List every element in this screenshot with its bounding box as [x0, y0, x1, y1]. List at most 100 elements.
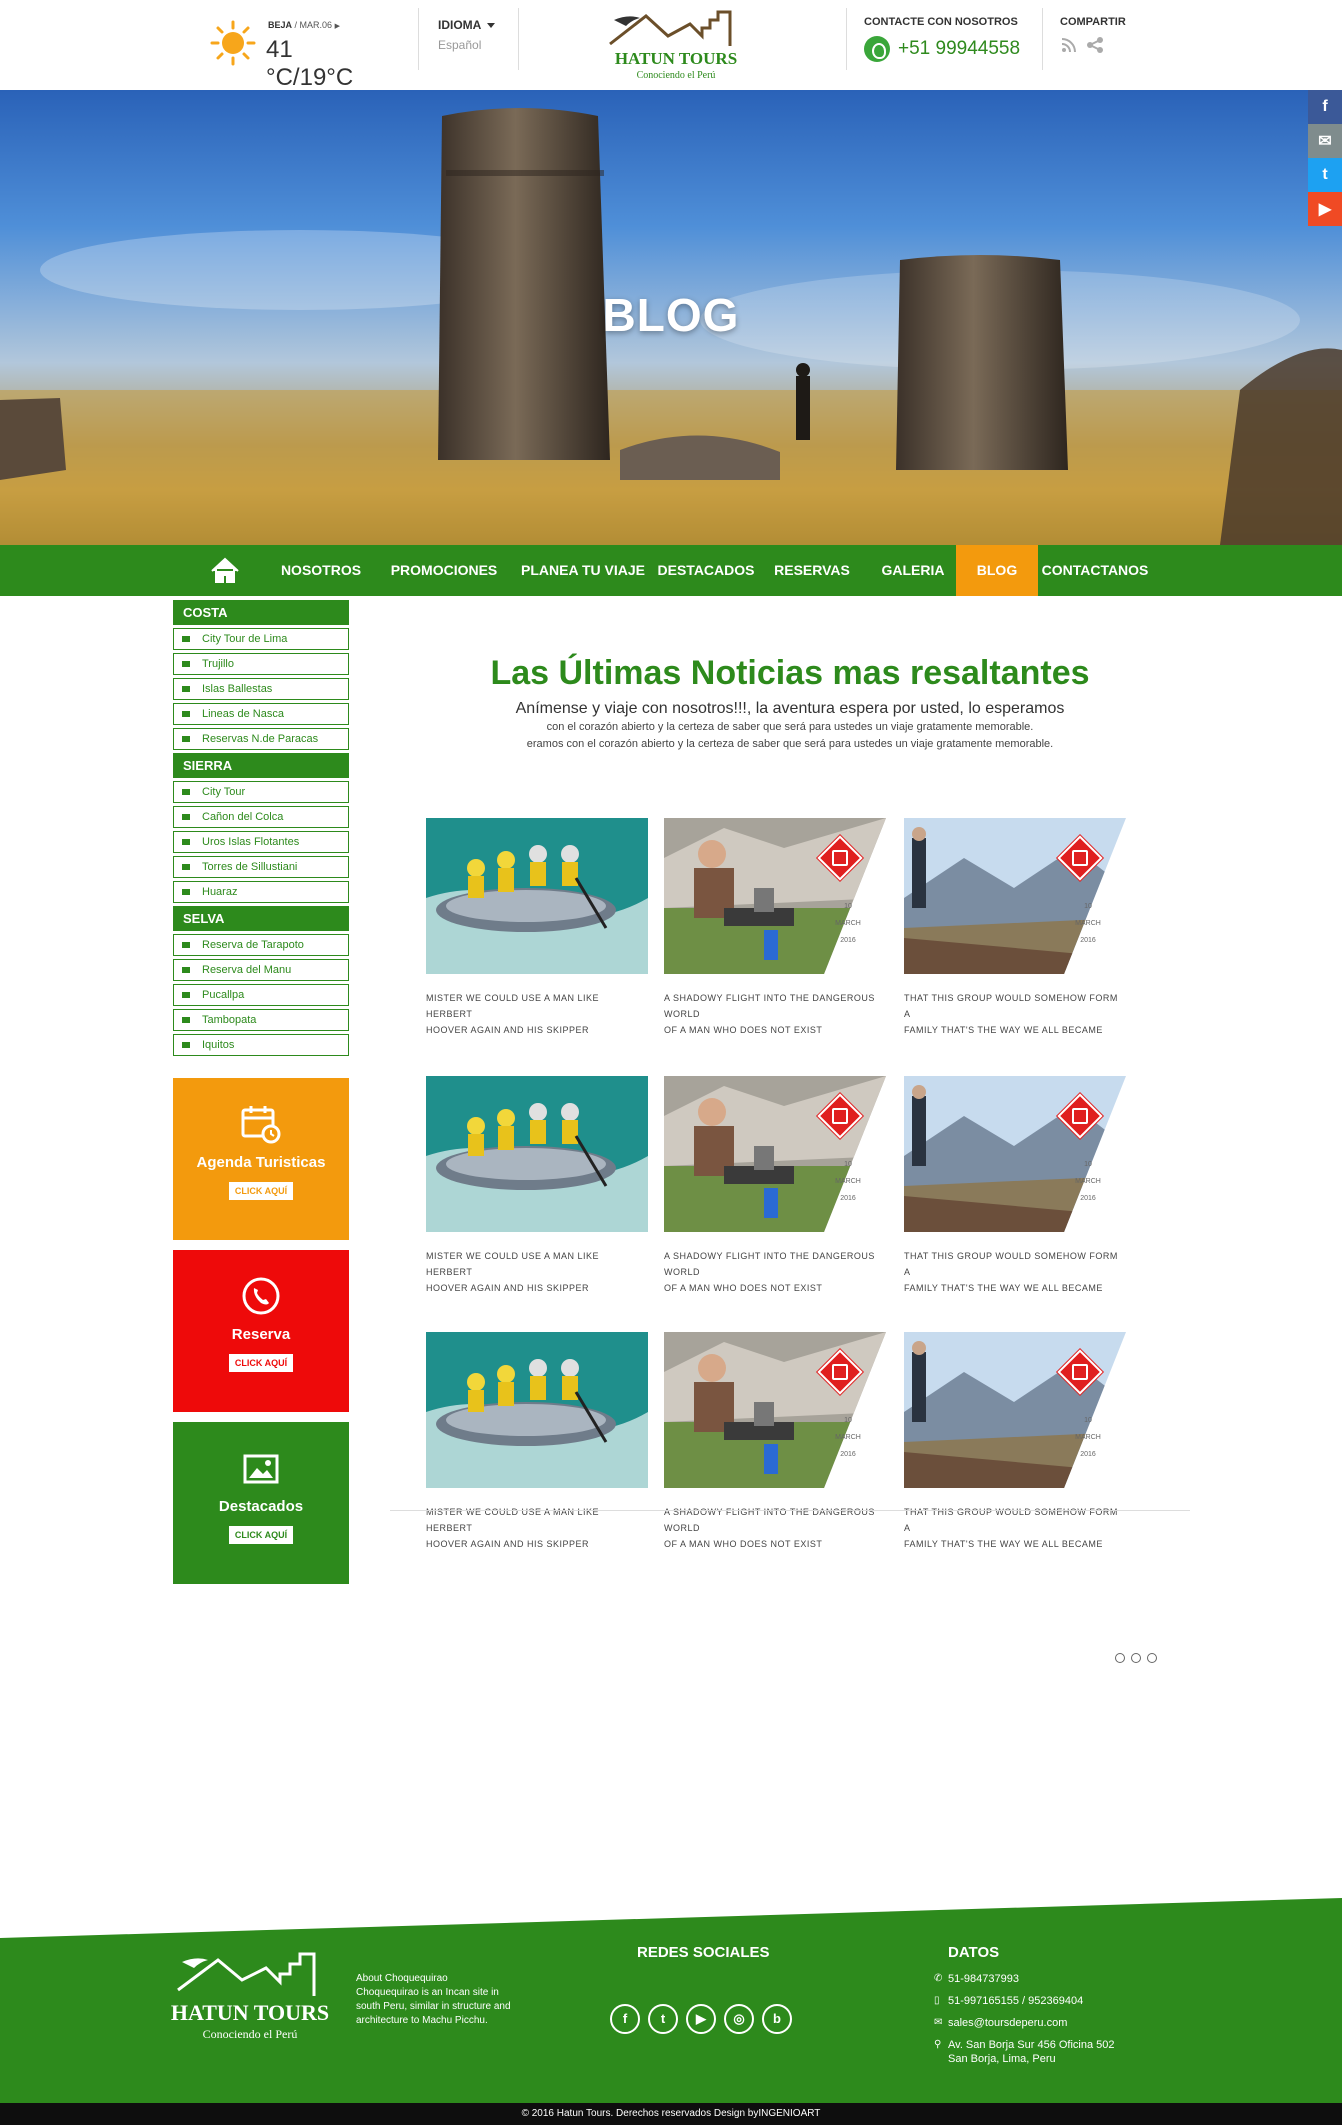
- blog-card-date-year: 2016: [840, 1195, 856, 1202]
- promo-destacados[interactable]: Destacados CLICK AQUÍ: [173, 1422, 349, 1584]
- language-value[interactable]: Español: [438, 38, 495, 52]
- twitter-icon[interactable]: t: [1308, 158, 1342, 192]
- email-icon[interactable]: ✉: [1308, 124, 1342, 158]
- sidebar-item[interactable]: Tambopata: [173, 1009, 349, 1031]
- click-aqui-button[interactable]: CLICK AQUÍ: [229, 1526, 293, 1544]
- blog-card-image[interactable]: [426, 818, 648, 974]
- brand-logo[interactable]: HATUN TOURS Conociendo el Perú: [606, 6, 746, 82]
- blog-card-title[interactable]: MISTER WE COULD USE A MAN LIKE HERBERT HO…: [426, 990, 648, 1038]
- footer-address-city: San Borja, Lima, Peru: [948, 2053, 1056, 2065]
- blogger-icon[interactable]: b: [762, 2004, 792, 2034]
- blog-card[interactable]: 10 MARCH 2016 A SHADOWY FLIGHT INTO THE DAN…: [664, 818, 886, 1038]
- sidebar-item[interactable]: Torres de Sillustiani: [173, 856, 349, 878]
- blog-card[interactable]: MISTER WE COULD USE A MAN LIKE HERBERT HO…: [426, 1076, 648, 1296]
- nav-item-promociones[interactable]: PROMOCIONES: [384, 545, 504, 596]
- blog-card-image[interactable]: [664, 1332, 886, 1488]
- sidebar-item[interactable]: Islas Ballestas: [173, 678, 349, 700]
- sidebar-item[interactable]: Trujillo: [173, 653, 349, 675]
- footer-mobile[interactable]: 51-997165155 / 952369404: [948, 1994, 1083, 2008]
- calendar-clock-icon: [241, 1106, 281, 1144]
- blog-card[interactable]: 10 MARCH 2016 A SHADOWY FLIGHT INTO THE DAN…: [664, 1076, 886, 1296]
- blog-card-image[interactable]: [426, 1076, 648, 1232]
- nav-item-blog[interactable]: BLOG: [956, 545, 1038, 596]
- click-aqui-button[interactable]: CLICK AQUÍ: [229, 1354, 293, 1372]
- facebook-icon[interactable]: f: [1308, 90, 1342, 124]
- nav-item-destacados[interactable]: DESTACADOS: [656, 545, 756, 596]
- sidebar-item[interactable]: Uros Islas Flotantes: [173, 831, 349, 853]
- nav-item-nosotros[interactable]: NOSOTROS: [272, 545, 370, 596]
- blog-card-date: 10 MARCH 2016: [828, 1156, 868, 1207]
- facebook-icon[interactable]: f: [610, 2004, 640, 2034]
- promo-title: Agenda Turisticas: [196, 1154, 326, 1171]
- whatsapp-icon[interactable]: [864, 36, 890, 62]
- blog-card-image[interactable]: [904, 1076, 1126, 1232]
- blog-card-title[interactable]: THAT THIS GROUP WOULD SOMEHOW FORM A FAMI…: [904, 1504, 1126, 1552]
- home-icon[interactable]: [205, 545, 245, 596]
- footer-about-title: About Choquequirao: [356, 1973, 448, 1984]
- blog-card[interactable]: 10 MARCH 2016 A SHADOWY FLIGHT INTO THE DAN…: [664, 1332, 886, 1552]
- blog-card-title[interactable]: THAT THIS GROUP WOULD SOMEHOW FORM A FAMI…: [904, 990, 1126, 1038]
- blog-card-title[interactable]: A SHADOWY FLIGHT INTO THE DANGEROUS WORL…: [664, 990, 886, 1038]
- sidebar-category-selva[interactable]: SELVA: [173, 906, 349, 931]
- pagination-dot[interactable]: [1131, 1653, 1141, 1663]
- blog-card[interactable]: 10 MARCH 2016 THAT THIS GROUP WOULD SOMEHOW…: [904, 1076, 1126, 1296]
- brand-tagline: Conociendo el Perú: [637, 70, 716, 81]
- blog-card-image[interactable]: [664, 818, 886, 974]
- calendar-icon-inner: [832, 1108, 848, 1124]
- blog-card-title-line: OF A MAN WHO DOES NOT EXIST: [664, 1283, 823, 1293]
- nav-item-contactanos[interactable]: CONTACTANOS: [1040, 545, 1150, 596]
- sidebar-item[interactable]: Reservas N.de Paracas: [173, 728, 349, 750]
- blog-card-image[interactable]: [904, 818, 1126, 974]
- blog-card-image[interactable]: [426, 1332, 648, 1488]
- blog-card[interactable]: MISTER WE COULD USE A MAN LIKE HERBERT HO…: [426, 818, 648, 1038]
- sidebar-category-sierra[interactable]: SIERRA: [173, 753, 349, 778]
- promo-reserva[interactable]: Reserva CLICK AQUÍ: [173, 1250, 349, 1412]
- sidebar-item[interactable]: Reserva de Tarapoto: [173, 934, 349, 956]
- rss-icon[interactable]: [1060, 36, 1078, 54]
- contact-block: CONTACTE CON NOSOTROS +51 99944558: [864, 16, 1020, 62]
- caret-right-icon[interactable]: ▶: [335, 23, 340, 30]
- sidebar-category-costa[interactable]: COSTA: [173, 600, 349, 625]
- blog-card[interactable]: 10 MARCH 2016 THAT THIS GROUP WOULD SOMEHOW…: [904, 818, 1126, 1038]
- blog-card-image[interactable]: [664, 1076, 886, 1232]
- pagination-dot[interactable]: [1147, 1653, 1157, 1663]
- blog-card-title-line: THAT THIS GROUP WOULD SOMEHOW FORM A: [904, 993, 1118, 1019]
- blog-card-title[interactable]: A SHADOWY FLIGHT INTO THE DANGEROUS WORL…: [664, 1248, 886, 1296]
- nav-item-reservas[interactable]: RESERVAS: [764, 545, 860, 596]
- pagination-dot[interactable]: [1115, 1653, 1125, 1663]
- sidebar-item[interactable]: Pucallpa: [173, 984, 349, 1006]
- youtube-icon[interactable]: ▶: [1308, 192, 1342, 226]
- blog-card-image[interactable]: [904, 1332, 1126, 1488]
- share-icon[interactable]: [1086, 36, 1104, 54]
- sidebar-item[interactable]: City Tour: [173, 781, 349, 803]
- blog-card[interactable]: 10 MARCH 2016 THAT THIS GROUP WOULD SOMEHOW…: [904, 1332, 1126, 1552]
- footer-email[interactable]: sales@toursdeperu.com: [948, 2016, 1067, 2030]
- blog-card-title[interactable]: THAT THIS GROUP WOULD SOMEHOW FORM A FAMI…: [904, 1248, 1126, 1296]
- sidebar-item[interactable]: City Tour de Lima: [173, 628, 349, 650]
- nav-item-planea-tu-viaje[interactable]: PLANEA TU VIAJE: [516, 545, 650, 596]
- blog-card-title[interactable]: MISTER WE COULD USE A MAN LIKE HERBERT HO…: [426, 1248, 648, 1296]
- weather-temperature: 41 °C/19°C: [266, 36, 354, 91]
- mobile-icon: ▯: [934, 1995, 940, 2006]
- promo-agenda[interactable]: Agenda Turisticas CLICK AQUÍ: [173, 1078, 349, 1240]
- footer-logo[interactable]: HATUN TOURS Conociendo el Perú: [168, 1950, 332, 2050]
- sidebar-item[interactable]: Lineas de Nasca: [173, 703, 349, 725]
- sidebar-item[interactable]: Iquitos: [173, 1034, 349, 1056]
- instagram-icon[interactable]: ◎: [724, 2004, 754, 2034]
- twitter-icon[interactable]: t: [648, 2004, 678, 2034]
- sidebar-item[interactable]: Reserva del Manu: [173, 959, 349, 981]
- blog-card[interactable]: MISTER WE COULD USE A MAN LIKE HERBERT HO…: [426, 1332, 648, 1552]
- divider: [1042, 8, 1043, 70]
- blog-card-title[interactable]: A SHADOWY FLIGHT INTO THE DANGEROUS WORL…: [664, 1504, 886, 1552]
- contact-phone[interactable]: +51 99944558: [898, 38, 1020, 60]
- language-selector[interactable]: IDIOMA Español: [438, 18, 496, 52]
- nav-item-galeria[interactable]: GALERIA: [870, 545, 956, 596]
- weather-location[interactable]: BEJA / MAR.06 ▶: [268, 20, 340, 30]
- blog-card-title[interactable]: MISTER WE COULD USE A MAN LIKE HERBERT HO…: [426, 1504, 648, 1552]
- blog-card-title-line: FAMILY THAT'S THE WAY WE ALL BECAME: [904, 1025, 1103, 1035]
- click-aqui-button[interactable]: CLICK AQUÍ: [229, 1182, 293, 1200]
- youtube-icon[interactable]: ▶: [686, 2004, 716, 2034]
- sidebar-item[interactable]: Cañon del Colca: [173, 806, 349, 828]
- sidebar-item[interactable]: Huaraz: [173, 881, 349, 903]
- footer-phone[interactable]: 51-984737993: [948, 1972, 1019, 1986]
